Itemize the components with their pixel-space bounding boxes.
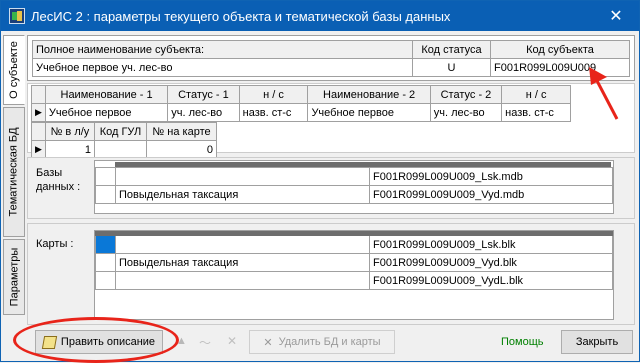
vertical-tabs: О субъекте Тематическая БД Параметры: [3, 33, 25, 315]
hierarchy-table: Наименование - 1 Статус - 1 н / с Наимен…: [31, 85, 571, 122]
hierarchy-header: Статус - 1: [167, 85, 240, 104]
map-file[interactable]: F001R099L009U009_Lsk.blk: [369, 235, 613, 254]
map-desc: [115, 235, 370, 254]
cross-icon[interactable]: ✕: [227, 334, 237, 348]
number-in-lu[interactable]: 1: [44, 140, 95, 159]
annotation-arrow-icon: [589, 67, 619, 120]
selected-row-marker: [95, 235, 116, 254]
numbers-header: № на карте: [146, 122, 217, 141]
close-button[interactable]: Закрыть: [561, 330, 633, 354]
grid-header-bar: [115, 162, 611, 167]
database-desc: [115, 167, 370, 186]
tab-content: Полное наименование субъекта: Код статус…: [25, 33, 637, 325]
maps-label: Карты :: [36, 238, 74, 250]
title-bar: ЛесИС 2 : параметры текущего объекта и т…: [1, 1, 639, 31]
number-on-map[interactable]: 0: [146, 140, 217, 159]
map-file[interactable]: F001R099L009U009_Vyd.blk: [369, 253, 613, 272]
hierarchy-cell[interactable]: назв. ст-с: [501, 103, 571, 122]
maps-list[interactable]: F001R099L009U009_Lsk.blk Повыдельная так…: [94, 230, 614, 320]
hierarchy-panel: Наименование - 1 Статус - 1 н / с Наимен…: [27, 83, 635, 159]
status-code-value[interactable]: U: [412, 58, 491, 77]
map-desc: [115, 271, 370, 290]
line-icon[interactable]: 〜: [199, 334, 211, 351]
hierarchy-cell[interactable]: назв. ст-с: [238, 103, 309, 122]
map-desc: Повыдельная таксация: [115, 253, 370, 272]
subject-code-header: Код субъекта: [490, 40, 630, 59]
subject-panel: Полное наименование субъекта: Код статус…: [27, 35, 635, 81]
database-desc: Повыдельная таксация: [115, 185, 370, 204]
hierarchy-header: Статус - 2: [429, 85, 503, 104]
delete-db-and-maps-button[interactable]: ✕ Удалить БД и карты: [249, 330, 395, 354]
help-link[interactable]: Помощь: [501, 336, 544, 348]
map-file[interactable]: F001R099L009U009_VydL.blk: [369, 271, 613, 290]
status-code-header: Код статуса: [412, 40, 491, 59]
gul-code[interactable]: [93, 140, 148, 159]
hierarchy-header: Наименование - 1: [44, 85, 169, 104]
grid-header-bar: [95, 231, 613, 236]
numbers-table: № в л/у Код ГУЛ № на карте ▶ 1 0: [31, 122, 217, 159]
hierarchy-header: н / с: [501, 85, 571, 104]
close-window-button[interactable]: ✕: [593, 1, 639, 31]
numbers-header: Код ГУЛ: [93, 122, 148, 141]
maps-panel: Карты : F001R099L009U009_Lsk.blk Повыдел…: [27, 223, 635, 325]
hierarchy-header: н / с: [238, 85, 309, 104]
hierarchy-header: Наименование - 2: [307, 85, 431, 104]
hierarchy-cell[interactable]: уч. лес-во: [167, 103, 240, 122]
subject-table: Полное наименование субъекта: Код статус…: [32, 40, 630, 77]
window-title: ЛесИС 2 : параметры текущего объекта и т…: [31, 8, 451, 24]
tab-about-subject[interactable]: О субъекте: [3, 35, 25, 105]
databases-panel: Базы данных : F001R099L009U009_Lsk.mdb П…: [27, 157, 635, 219]
annotation-oval: [13, 317, 179, 363]
row-indicator-icon: ▶: [31, 140, 46, 159]
app-icon: [9, 8, 25, 24]
delete-icon: ✕: [263, 336, 273, 349]
database-file[interactable]: F001R099L009U009_Lsk.mdb: [369, 167, 613, 186]
numbers-header: № в л/у: [44, 122, 95, 141]
database-file[interactable]: F001R099L009U009_Vyd.mdb: [369, 185, 613, 204]
subject-name-header: Полное наименование субъекта:: [32, 40, 413, 59]
hierarchy-cell[interactable]: уч. лес-во: [429, 103, 503, 122]
row-indicator-icon: ▶: [31, 103, 46, 122]
main-window: ЛесИС 2 : параметры текущего объекта и т…: [0, 0, 640, 363]
databases-label: Базы данных :: [36, 167, 81, 193]
hierarchy-cell[interactable]: Учебное первое: [307, 103, 431, 122]
hierarchy-cell[interactable]: Учебное первое: [44, 103, 169, 122]
tab-parameters[interactable]: Параметры: [3, 239, 25, 315]
subject-name-value[interactable]: Учебное первое уч. лес-во: [32, 58, 413, 77]
tab-thematic-db[interactable]: Тематическая БД: [3, 107, 25, 237]
databases-list[interactable]: F001R099L009U009_Lsk.mdb Повыдельная так…: [94, 160, 614, 214]
